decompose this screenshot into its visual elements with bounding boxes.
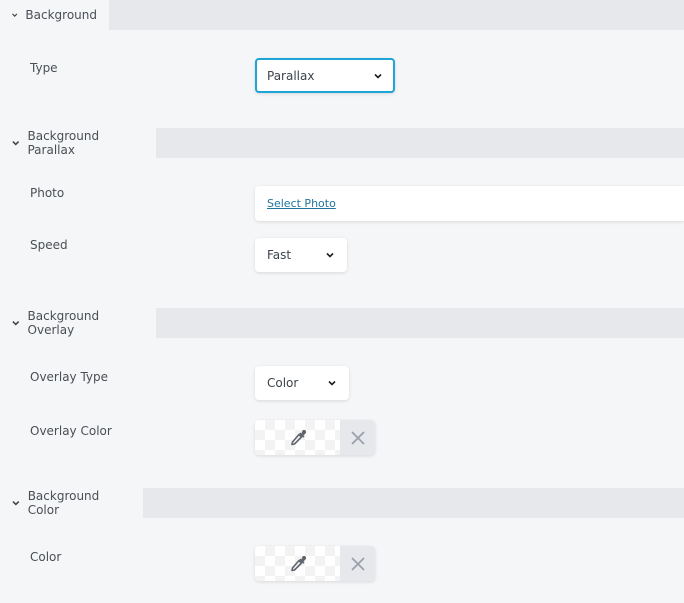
chevron-down-icon bbox=[328, 380, 336, 386]
section-background-color: Background Color Color bbox=[0, 488, 684, 603]
field-label-color: Color bbox=[30, 550, 62, 564]
section-background-overlay: Background Overlay Overlay Type Color Ov… bbox=[0, 308, 684, 488]
field-label-overlay-color: Overlay Color bbox=[30, 424, 112, 438]
select-value: Fast bbox=[267, 248, 292, 262]
close-icon bbox=[350, 430, 365, 445]
chevron-down-icon bbox=[12, 141, 20, 146]
section-toggle-background-parallax[interactable]: Background Parallax bbox=[0, 128, 156, 158]
section-header: Background Color bbox=[0, 488, 684, 518]
chevron-down-icon bbox=[12, 321, 20, 326]
color-swatch-button[interactable] bbox=[255, 420, 340, 455]
chevron-down-icon bbox=[12, 13, 18, 17]
section-title: Background Color bbox=[27, 489, 100, 517]
section-title: Background bbox=[25, 8, 97, 22]
chevron-down-icon bbox=[374, 73, 382, 79]
speed-select[interactable]: Fast bbox=[255, 238, 347, 272]
overlay-color-picker bbox=[255, 420, 375, 455]
select-photo-link[interactable]: Select Photo bbox=[267, 197, 336, 210]
section-background: Background Type Parallax bbox=[0, 0, 684, 124]
field-label-type: Type bbox=[30, 61, 58, 75]
section-header: Background Overlay bbox=[0, 308, 684, 338]
section-toggle-background-overlay[interactable]: Background Overlay bbox=[0, 308, 156, 338]
overlay-type-select[interactable]: Color bbox=[255, 366, 349, 400]
select-value: Color bbox=[267, 376, 299, 390]
eyedropper-icon bbox=[290, 555, 306, 571]
section-background-parallax: Background Parallax Photo Select Photo S… bbox=[0, 128, 684, 308]
eyedropper-icon bbox=[290, 429, 306, 445]
select-value: Parallax bbox=[267, 68, 315, 83]
background-color-picker bbox=[255, 546, 375, 581]
section-toggle-background[interactable]: Background bbox=[0, 0, 109, 30]
photo-field: Select Photo bbox=[255, 186, 684, 221]
section-header: Background bbox=[0, 0, 684, 30]
section-title: Background Parallax bbox=[27, 129, 100, 157]
chevron-down-icon bbox=[12, 500, 20, 506]
section-title: Background Overlay bbox=[27, 309, 100, 337]
field-label-speed: Speed bbox=[30, 238, 68, 252]
clear-color-button[interactable] bbox=[340, 546, 375, 581]
color-swatch-button[interactable] bbox=[255, 546, 340, 581]
close-icon bbox=[350, 556, 365, 571]
section-toggle-background-color[interactable]: Background Color bbox=[0, 488, 143, 518]
section-header: Background Parallax bbox=[0, 128, 684, 158]
chevron-down-icon bbox=[326, 252, 334, 258]
field-label-overlay-type: Overlay Type bbox=[30, 370, 109, 384]
type-select[interactable]: Parallax bbox=[255, 58, 395, 93]
clear-color-button[interactable] bbox=[340, 420, 375, 455]
field-label-photo: Photo bbox=[30, 186, 65, 200]
